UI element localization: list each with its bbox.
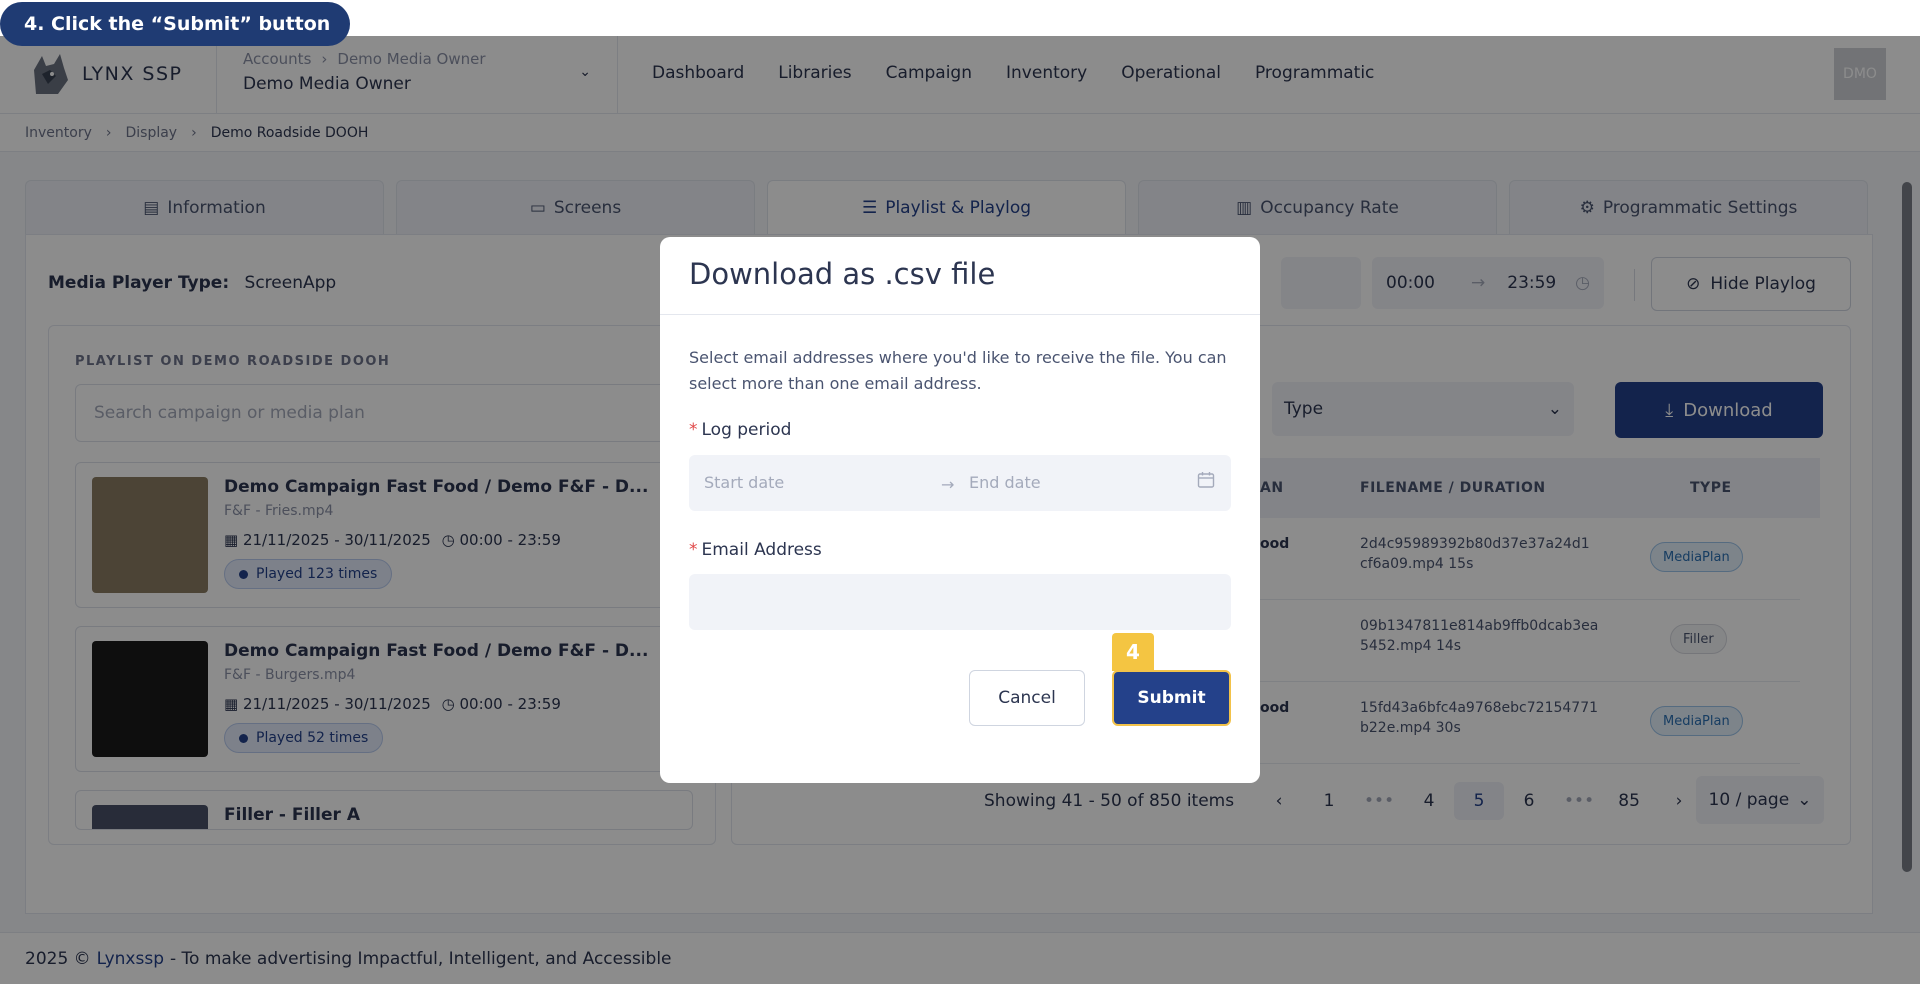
cancel-button[interactable]: Cancel	[969, 670, 1085, 726]
start-date-input[interactable]: Start date	[704, 473, 784, 492]
log-period-text: Log period	[701, 420, 792, 440]
arrow-right-icon: →	[941, 475, 955, 494]
email-address-label: * Email Address	[689, 540, 822, 560]
submit-button[interactable]: Submit	[1112, 670, 1231, 726]
email-address-input[interactable]	[689, 574, 1231, 630]
email-address-text: Email Address	[701, 540, 822, 560]
modal-divider	[660, 314, 1260, 315]
modal-title: Download as .csv file	[689, 257, 996, 291]
log-period-label: * Log period	[689, 420, 791, 440]
log-period-range-picker[interactable]: Start date → End date	[689, 455, 1231, 511]
download-csv-modal: Download as .csv file Select email addre…	[660, 237, 1260, 783]
instruction-pill: 4. Click the “Submit” button	[0, 2, 351, 46]
required-mark: *	[689, 420, 698, 440]
calendar-icon	[1197, 472, 1215, 488]
step-marker: 4	[1112, 633, 1154, 671]
required-mark: *	[689, 540, 698, 560]
modal-description: Select email addresses where you'd like …	[689, 348, 1227, 393]
end-date-input[interactable]: End date	[969, 473, 1041, 492]
